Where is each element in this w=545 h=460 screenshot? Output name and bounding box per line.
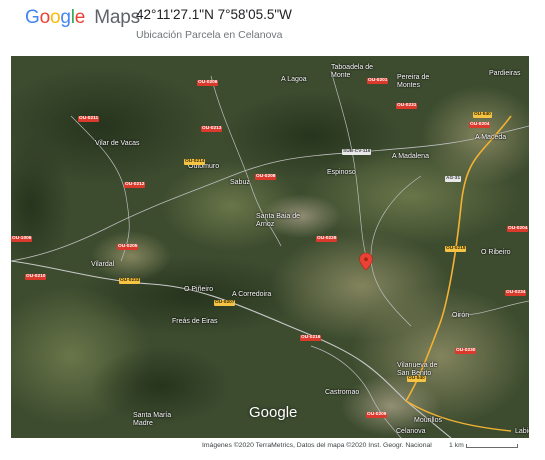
road-label: OU-0204 bbox=[469, 122, 491, 128]
place-label[interactable]: Pardieiras bbox=[489, 70, 521, 78]
logo-letter: e bbox=[74, 7, 86, 28]
road-label: OU-0208 bbox=[255, 174, 277, 180]
road-label: OU-0234 bbox=[505, 290, 527, 296]
place-label[interactable]: Freás de Eiras bbox=[172, 318, 218, 326]
google-map-watermark: Google bbox=[249, 404, 298, 421]
road-label: OU-0233 bbox=[119, 278, 141, 284]
road-label: OU-540 bbox=[407, 376, 426, 382]
place-label[interactable]: A Corredoira bbox=[232, 291, 271, 299]
place-label[interactable]: O Piñeiro bbox=[184, 286, 213, 294]
place-label[interactable]: Espinoso bbox=[327, 169, 356, 177]
place-label[interactable]: Castromao bbox=[325, 389, 359, 397]
road-label: OU-0206 bbox=[197, 80, 219, 86]
scale-label[interactable]: 1 km bbox=[449, 442, 464, 449]
place-label[interactable]: Pereira de Montes bbox=[397, 74, 433, 90]
logo-letter: o bbox=[39, 7, 51, 28]
road-label: OU-0215 bbox=[445, 246, 467, 252]
road-label: OU-0205 bbox=[117, 244, 139, 250]
place-label[interactable]: Santa Baia de Arnoz bbox=[256, 213, 308, 229]
place-label[interactable]: Labio bbox=[515, 428, 529, 436]
road-label: OU-0212 bbox=[124, 182, 146, 188]
coordinates-title: 42°11'27.1"N 7°58'05.5"W bbox=[136, 7, 292, 22]
place-label[interactable]: Santa María Madre bbox=[133, 412, 173, 428]
road-label: OU-1006 bbox=[11, 236, 33, 242]
logo-letter: G bbox=[25, 7, 40, 28]
road-label: OU-0230 bbox=[455, 348, 477, 354]
place-label[interactable]: A Madalena bbox=[392, 153, 429, 161]
place-label[interactable]: A Maceda bbox=[475, 134, 506, 142]
google-maps-logo[interactable]: Google Maps bbox=[25, 7, 140, 29]
road-label: OU-0201 bbox=[367, 78, 389, 84]
road-label: OU-0213 bbox=[201, 126, 223, 132]
maps-wordmark: Maps bbox=[94, 7, 140, 28]
place-label[interactable]: Sabuz bbox=[230, 179, 250, 187]
road-label: OU-0211 bbox=[78, 116, 100, 122]
place-label[interactable]: Mourillos bbox=[414, 417, 442, 425]
place-label[interactable]: Celanova bbox=[396, 428, 426, 436]
logo-letter: g bbox=[60, 7, 71, 28]
logo-letter: o bbox=[49, 7, 61, 28]
road-label: OU-0231 bbox=[396, 103, 418, 109]
road-label: SUB-CV-116 bbox=[342, 149, 372, 155]
place-subtitle: Ubicación Parcela en Celanova bbox=[136, 29, 283, 41]
road-label: OU-0229 bbox=[316, 236, 338, 242]
road-label: OU-0209 bbox=[366, 412, 388, 418]
road-label: AG-31 bbox=[445, 176, 462, 182]
road-label: OU-0207 bbox=[214, 300, 236, 306]
place-label[interactable]: Oirón bbox=[452, 312, 469, 320]
road-label: OU-0214 bbox=[184, 159, 206, 165]
place-label[interactable]: Vilardal bbox=[91, 261, 114, 269]
place-label[interactable]: O Ribeiro bbox=[481, 249, 511, 257]
road-label: OU-0204 bbox=[507, 226, 529, 232]
google-wordmark: Google bbox=[25, 7, 90, 28]
map-footer: Imágenes ©2020 TerraMetrics, Datos del m… bbox=[0, 438, 545, 460]
map-attribution[interactable]: Imágenes ©2020 TerraMetrics, Datos del m… bbox=[202, 442, 432, 449]
road-label: OU-0216 bbox=[300, 335, 322, 341]
header: Google Maps 42°11'27.1"N 7°58'05.5"W Ubi… bbox=[0, 0, 545, 56]
place-label[interactable]: A Lagoa bbox=[281, 76, 307, 84]
place-label[interactable]: Vilar de Vacas bbox=[95, 140, 140, 148]
road-label: OU-0210 bbox=[25, 274, 47, 280]
road-label: OU-540 bbox=[473, 112, 492, 118]
scale-bar[interactable] bbox=[466, 444, 518, 448]
satellite-map[interactable]: A Lagoa Taboadela de Monte Pereira de Mo… bbox=[11, 56, 529, 438]
